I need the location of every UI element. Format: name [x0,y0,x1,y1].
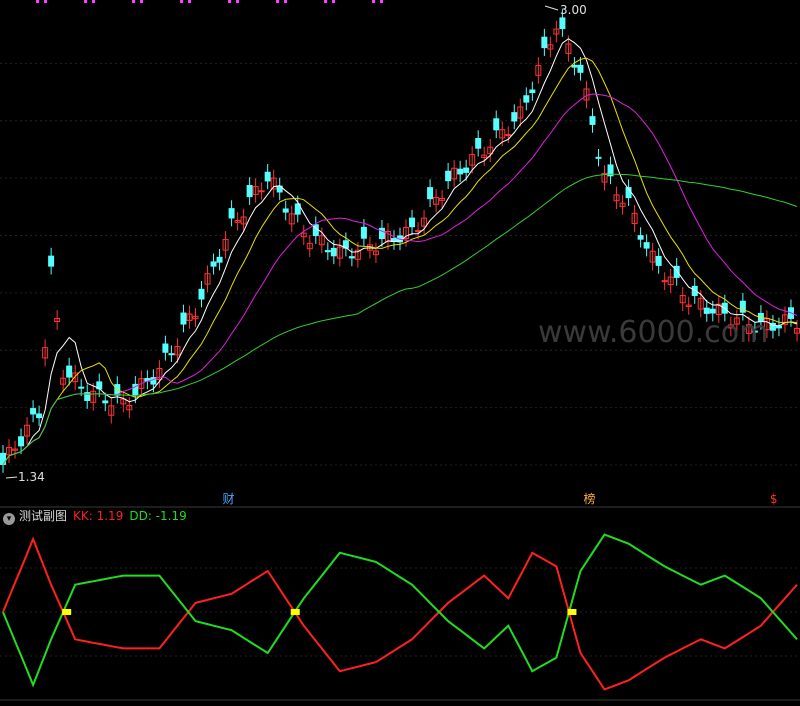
top-tick [140,0,143,3]
candle [360,226,367,239]
candle [18,436,25,447]
top-tick [180,0,183,3]
collapse-icon[interactable]: ▾ [3,513,15,525]
candle [198,288,205,300]
candle [463,167,470,173]
candle [264,171,271,182]
candle [445,170,452,182]
candle [427,187,434,200]
candle [709,308,716,314]
top-tick [324,0,327,3]
top-tick [188,0,191,3]
candle [216,256,223,263]
top-tick [84,0,87,3]
candle [529,89,536,94]
top-tick [372,0,375,3]
crossover-signal [62,609,72,615]
top-tick [380,0,383,3]
candle [655,255,662,266]
top-tick [132,0,135,3]
candle [541,36,548,49]
kk-line [2,536,798,691]
top-tick [284,0,287,3]
candle [415,230,422,233]
top-tick [332,0,335,3]
high-pointer [544,5,559,11]
crossover-signal [290,609,300,615]
candle [330,247,337,257]
candle [258,190,265,193]
crossover-signal [567,609,577,615]
candle [180,312,187,325]
sub-chart-header: ▾ 测试副图 KK: 1.19 DD: -1.19 [0,508,193,525]
low-label: 1.34 [18,470,45,484]
candle [475,138,482,149]
candle [595,156,602,159]
candle [324,250,331,253]
candle [559,17,566,30]
candle [246,185,253,198]
candle [102,400,109,404]
candle [378,227,385,240]
candle [493,118,500,131]
candle [637,235,644,240]
candle [162,343,169,353]
candle [168,353,175,356]
candle [571,64,578,68]
candle [282,208,289,213]
candle [228,208,235,219]
candle [523,95,530,103]
candle [210,261,217,267]
event-marker: $ [770,492,778,506]
event-marker: 财 [223,492,235,506]
top-tick [92,0,95,3]
watermark: www.6000.com [538,315,769,350]
top-tick [228,0,231,3]
top-tick [276,0,279,3]
candle [48,255,55,267]
candle [348,256,355,259]
top-tick [36,0,39,3]
candle [643,242,650,249]
sub-chart-title: 测试副图 [19,509,68,523]
dd-line [2,533,798,688]
candle [589,116,596,125]
candle [78,386,85,389]
candle [505,134,512,137]
ma5-line [2,38,798,465]
top-tick [44,0,47,3]
event-marker: 榜 [583,491,595,506]
low-pointer [5,476,18,479]
top-tick [236,0,239,3]
candle [409,217,416,228]
candle [511,112,518,122]
candle [66,365,73,378]
kk-value: KK: 1.19 [73,509,124,523]
candle [457,168,464,175]
price-chart[interactable]: 3.00 1.34 财 榜 $ [0,0,800,706]
candle [577,64,584,73]
candle [36,413,43,419]
candle [30,408,37,415]
ma20-line [2,93,798,465]
high-label: 3.00 [560,3,587,17]
candle [703,307,710,314]
dd-value: DD: -1.19 [129,509,187,523]
chart-window: 3.00 1.34 财 榜 $ www.6000.com ▾ 测试副图 KK: 1.19 DD… [0,0,800,706]
